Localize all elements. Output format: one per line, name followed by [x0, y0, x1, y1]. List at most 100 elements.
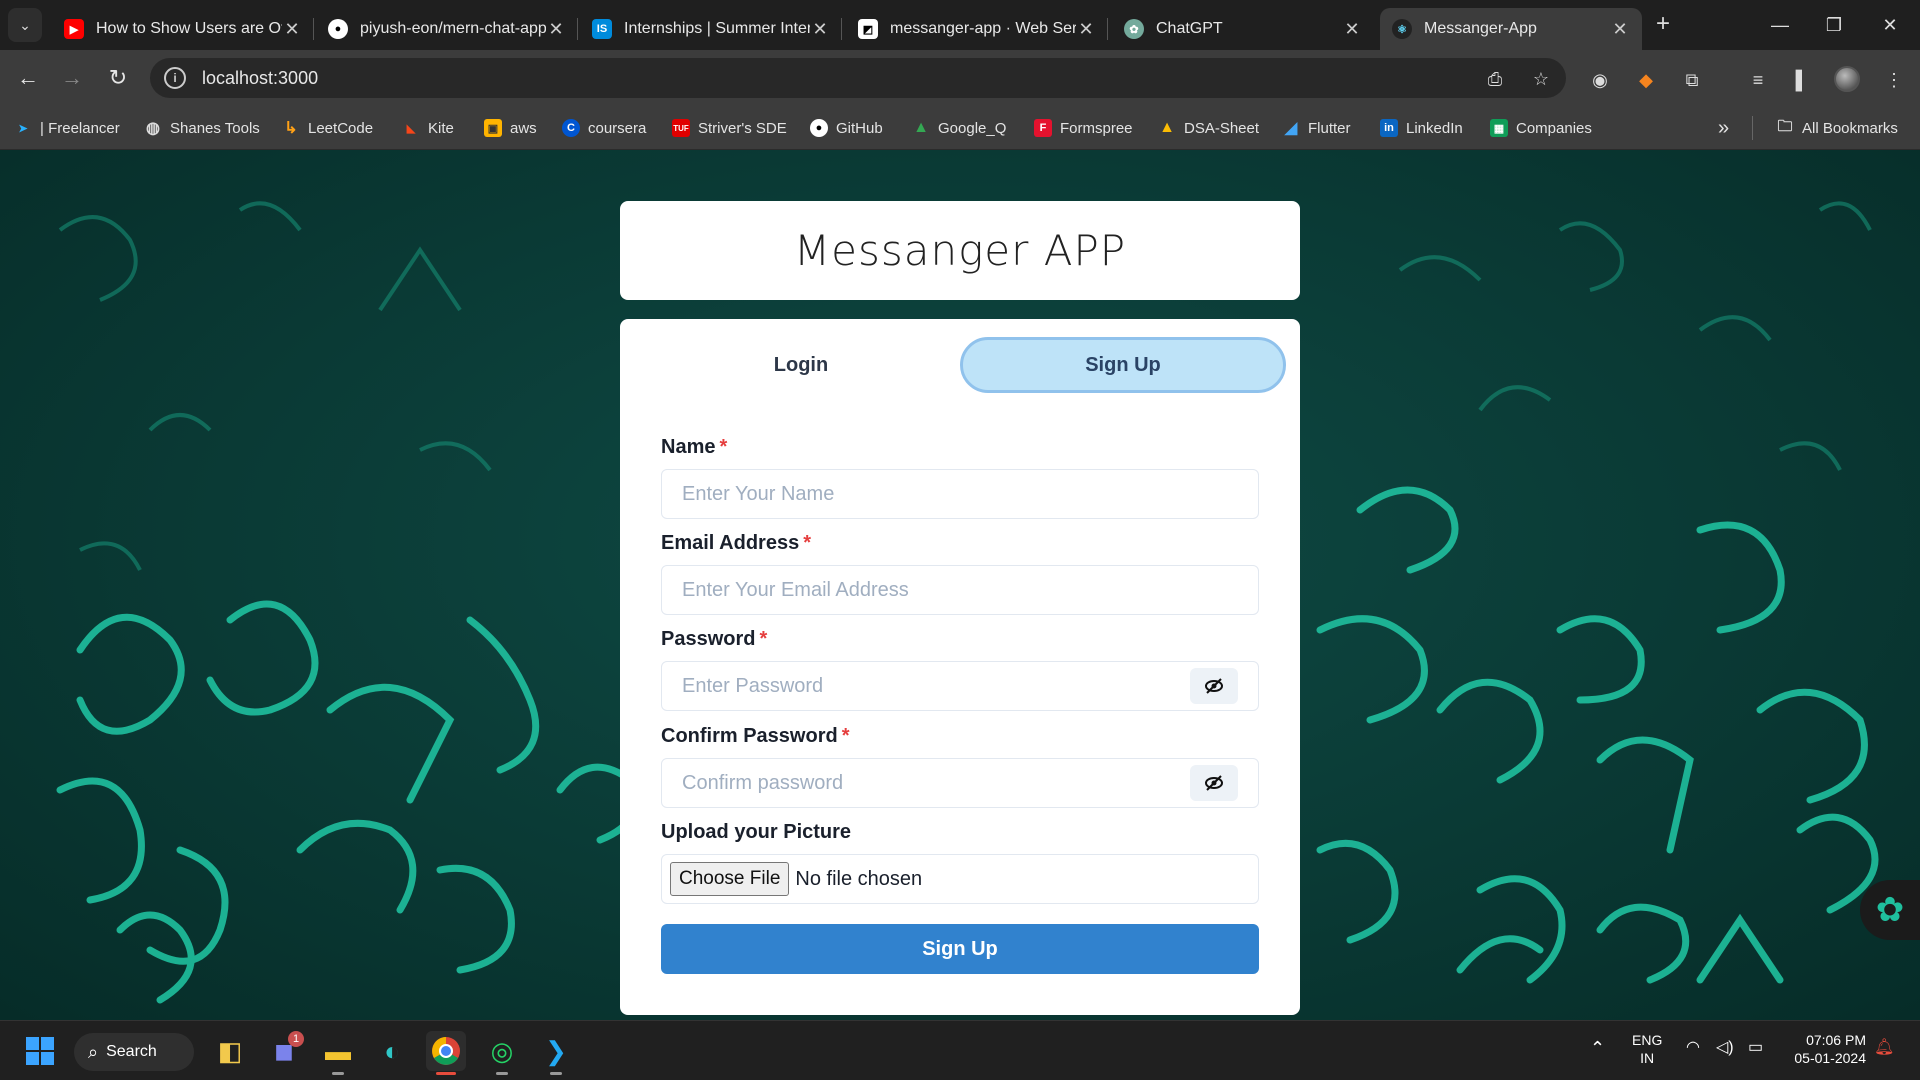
running-indicator	[332, 1072, 344, 1075]
notification-bell-icon[interactable]: 🔔︎	[1874, 1039, 1894, 1057]
browser-tab[interactable]: ✿ ChatGPT ✕	[1112, 8, 1374, 50]
file-explorer-button[interactable]: ▬	[318, 1031, 358, 1075]
edge-button[interactable]: ◐	[372, 1031, 412, 1071]
extensions-icon[interactable]: ⧉	[1680, 68, 1704, 92]
metamask-icon[interactable]: ◆	[1634, 68, 1658, 92]
close-tab-icon[interactable]: ✕	[810, 19, 830, 40]
close-window-button[interactable]: ✕	[1862, 8, 1918, 42]
bookmark-item[interactable]: ▦ Companies	[1490, 116, 1592, 140]
password-label-text: Password	[661, 628, 756, 650]
media-controls-icon[interactable]: ≡	[1746, 68, 1770, 92]
browser-tab[interactable]: ● piyush-eon/mern-chat-app ✕	[316, 8, 578, 50]
bookmark-item[interactable]: ● GitHub	[810, 116, 883, 140]
minimize-button[interactable]: —	[1752, 8, 1808, 42]
teams-button[interactable]: ◼ 1	[264, 1031, 304, 1071]
wifi-icon[interactable]: ◠	[1686, 1039, 1700, 1057]
bookmark-item[interactable]: ◣ Kite	[402, 116, 454, 140]
forward-button[interactable]: →	[56, 62, 88, 94]
bookmarks-overflow-button[interactable]: »	[1718, 116, 1729, 140]
floating-assistant-button[interactable]: ✿	[1860, 880, 1920, 940]
taskbar-search[interactable]: ⌕ Search	[74, 1033, 194, 1071]
bookmark-item[interactable]: ◍ Shanes Tools	[144, 116, 260, 140]
bookmark-label: DSA-Sheet	[1184, 119, 1260, 137]
close-tab-icon[interactable]: ✕	[1610, 19, 1630, 40]
reload-button[interactable]: ↻	[102, 62, 134, 94]
close-tab-icon[interactable]: ✕	[1076, 19, 1096, 40]
signup-submit-button[interactable]: Sign Up	[661, 924, 1259, 974]
browser-tab[interactable]: ▶ How to Show Users are Offline ✕	[52, 8, 314, 50]
toggle-confirm-password-button[interactable]	[1190, 765, 1238, 801]
close-tab-icon[interactable]: ✕	[546, 19, 566, 40]
confirm-password-placeholder: Confirm password	[682, 771, 844, 794]
browser-tab[interactable]: IS Internships | Summer Internships ✕	[580, 8, 842, 50]
name-field[interactable]: Enter Your Name	[661, 469, 1259, 519]
side-panel-icon[interactable]: ▌	[1790, 68, 1814, 92]
restore-button[interactable]: ❐	[1806, 8, 1862, 42]
url-text[interactable]: localhost:3000	[202, 68, 318, 89]
bookmark-item[interactable]: in LinkedIn	[1380, 116, 1463, 140]
bookmark-item[interactable]: Ccoursera	[562, 116, 646, 140]
bookmark-star-icon[interactable]: ☆	[1530, 68, 1552, 90]
widgets-icon: ◧	[217, 1035, 243, 1066]
volume-icon[interactable]: ◁)	[1716, 1039, 1734, 1057]
name-placeholder: Enter Your Name	[682, 482, 835, 505]
bookmark-divider	[1752, 116, 1753, 140]
whatsapp-button[interactable]: ◎	[482, 1031, 522, 1075]
kebab-menu-icon[interactable]: ⋮	[1882, 68, 1906, 92]
bookmark-item[interactable]: ▲ DSA-Sheet	[1158, 116, 1259, 140]
back-button[interactable]: ←	[12, 62, 44, 94]
password-label: Password *	[661, 628, 767, 651]
app-title: Messanger APP	[793, 226, 1127, 275]
bookmark-item[interactable]: ↳ LeetCode	[282, 116, 373, 140]
github-icon: ●	[328, 19, 348, 39]
camera-icon[interactable]: ◉	[1588, 68, 1612, 92]
arrow-left-icon: ←	[17, 65, 39, 90]
new-tab-button[interactable]: +	[1648, 10, 1678, 40]
password-field[interactable]: Enter Password	[661, 661, 1259, 711]
all-bookmarks-button[interactable]: 🗀 All Bookmarks	[1776, 116, 1898, 140]
chrome-button[interactable]	[426, 1031, 466, 1075]
required-asterisk: *	[841, 725, 850, 747]
bookmark-item[interactable]: F Formspree	[1034, 116, 1133, 140]
bookmark-item[interactable]: TUF Striver's SDE	[672, 116, 787, 140]
vscode-button[interactable]: ❯	[536, 1031, 576, 1075]
minimize-icon: —	[1771, 15, 1789, 35]
start-button[interactable]	[20, 1031, 60, 1071]
close-tab-icon[interactable]: ✕	[282, 19, 302, 40]
email-field[interactable]: Enter Your Email Address	[661, 565, 1259, 615]
confirm-password-field[interactable]: Confirm password	[661, 758, 1259, 808]
running-indicator	[496, 1072, 508, 1075]
install-app-icon[interactable]: ⎙	[1484, 68, 1506, 90]
choose-file-button[interactable]: Choose File	[670, 862, 790, 896]
toggle-password-button[interactable]	[1190, 668, 1238, 704]
restore-icon: ❐	[1825, 15, 1843, 35]
browser-toolbar: ← → ↻ i localhost:3000 ⎙ ☆	[0, 50, 1920, 106]
tab-search-button[interactable]: ⌄	[8, 8, 42, 42]
language-text: ENG	[1632, 1032, 1663, 1048]
language-indicator[interactable]: ENG IN	[1632, 1031, 1662, 1067]
widgets-button[interactable]: ◧	[210, 1031, 250, 1071]
bookmark-item[interactable]: ▲ Google_Q	[912, 116, 1006, 140]
bookmark-item[interactable]: ➤ | Freelancer	[14, 116, 119, 140]
auth-tabs: Login Sign Up	[640, 337, 1286, 393]
arrow-right-icon: →	[61, 65, 83, 90]
address-bar[interactable]: i localhost:3000 ⎙ ☆	[150, 58, 1566, 98]
bookmark-label: All Bookmarks	[1802, 119, 1898, 137]
bookmark-label: LinkedIn	[1406, 119, 1463, 137]
bookmark-item[interactable]: ▣ aws	[484, 116, 537, 140]
tab-title: messanger-app · Web Service	[890, 20, 1076, 37]
picture-upload-field[interactable]: Choose File No file chosen	[661, 854, 1259, 904]
clock[interactable]: 07:06 PM 05-01-2024	[1780, 1031, 1866, 1067]
browser-tab[interactable]: ◩ messanger-app · Web Service ✕	[846, 8, 1108, 50]
tab-login[interactable]: Login	[640, 337, 962, 393]
browser-tab-active[interactable]: ⚛ Messanger-App ✕	[1380, 8, 1642, 50]
tab-signup[interactable]: Sign Up	[960, 337, 1286, 393]
battery-icon[interactable]: ▭	[1748, 1039, 1763, 1057]
bookmark-item[interactable]: ◢ Flutter	[1282, 116, 1351, 140]
chatgpt-icon: ✿	[1875, 891, 1905, 929]
profile-avatar[interactable]	[1834, 66, 1860, 92]
site-info-icon[interactable]: i	[164, 67, 186, 89]
tab-title: ChatGPT	[1156, 20, 1223, 37]
chevron-up-icon[interactable]: ⌃	[1590, 1039, 1605, 1057]
close-tab-icon[interactable]: ✕	[1342, 19, 1362, 40]
